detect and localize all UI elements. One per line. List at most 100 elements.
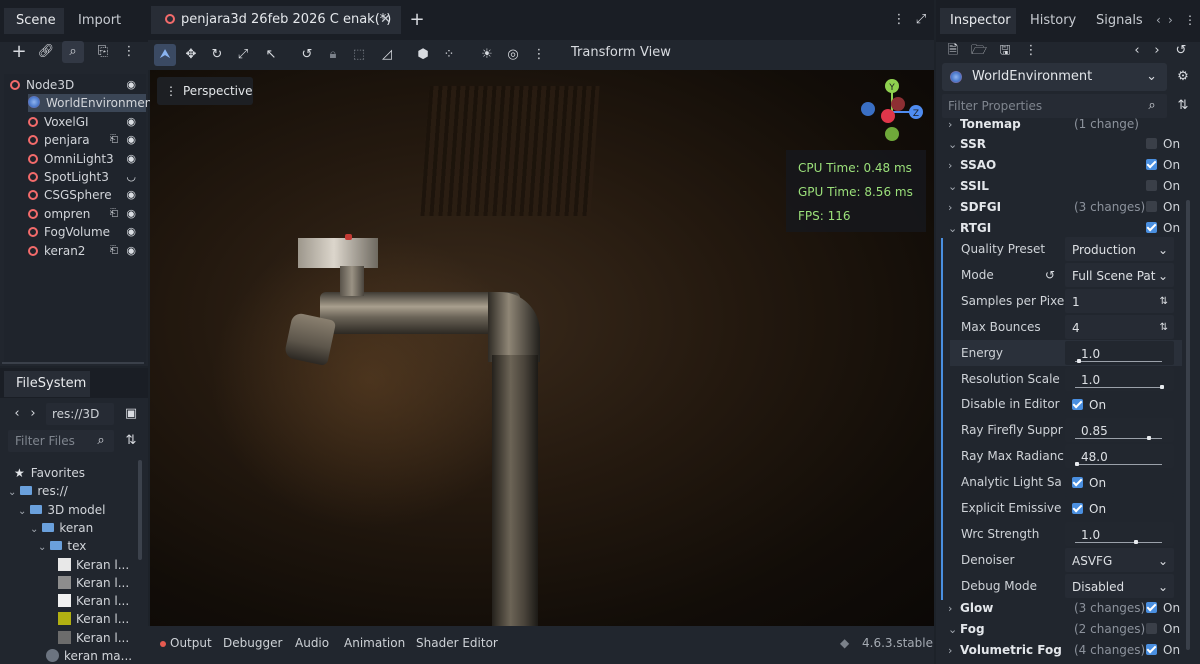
history-forward-icon[interactable]: ›: [1146, 40, 1168, 62]
property-spinbox[interactable]: 1 ⇅: [1065, 288, 1174, 313]
script-icon[interactable]: ⎘: [92, 41, 114, 63]
scene-tree-item[interactable]: SpotLight3 ◡: [28, 168, 146, 186]
grid-snap-icon[interactable]: ⁘: [438, 44, 460, 66]
open-folder-icon[interactable]: 🗁︎: [968, 40, 990, 62]
bottom-tab-shader-editor[interactable]: Shader Editor: [416, 636, 498, 650]
orientation-gizmo[interactable]: Y Z: [858, 76, 928, 142]
slider-track[interactable]: [1075, 436, 1162, 441]
inspector-section[interactable]: ⌄ Fog (2 changes) On: [948, 619, 1182, 640]
spin-arrows-icon[interactable]: ⇅: [1160, 315, 1168, 339]
sort-icon[interactable]: ⇅: [120, 430, 142, 452]
lock-icon[interactable]: 🔒︎: [322, 44, 344, 66]
scene-tree-item[interactable]: Node3D ◉: [10, 76, 146, 94]
slider-grabber[interactable]: [1077, 358, 1082, 363]
eye-icon[interactable]: ◉: [126, 131, 136, 149]
filesystem-scrollbar[interactable]: [138, 460, 142, 560]
scale-mode-icon[interactable]: ⤢: [232, 44, 254, 66]
distraction-free-icon[interactable]: ⤢: [910, 9, 932, 31]
bottom-tab-audio[interactable]: Audio: [295, 636, 329, 650]
tab-scene-file[interactable]: penjara3d 26feb 2026 C enak(*) ✕: [151, 6, 401, 34]
chevron-down-icon[interactable]: ⌄: [18, 506, 26, 517]
property-checkbox[interactable]: On: [1065, 470, 1174, 495]
filesystem-item[interactable]: ⌄ tex: [38, 537, 86, 555]
property-checkbox[interactable]: On: [1065, 496, 1174, 520]
filesystem-item[interactable]: Keran l...: [58, 610, 129, 628]
slider-track[interactable]: [1075, 358, 1162, 363]
inspector-section[interactable]: ⌄ SSR On: [948, 134, 1182, 155]
property-checkbox[interactable]: On: [1065, 392, 1174, 417]
new-resource-icon[interactable]: 🗎︎: [942, 40, 964, 62]
filesystem-item[interactable]: ⌄ keran: [30, 519, 93, 537]
more-menu-icon[interactable]: ⋮: [118, 41, 140, 63]
section-toggle[interactable]: On: [1146, 640, 1180, 661]
tabs-prev-icon[interactable]: ‹: [1156, 13, 1161, 27]
eye-icon[interactable]: ◉: [126, 113, 136, 131]
property-slider[interactable]: 1.0: [1065, 521, 1174, 546]
link-icon[interactable]: 🔗︎: [35, 41, 57, 63]
slider-grabber[interactable]: [1160, 384, 1164, 389]
tab-scene[interactable]: Scene: [4, 8, 64, 34]
eye-icon[interactable]: ◉: [126, 186, 136, 204]
select-mode-icon[interactable]: ⮝: [154, 44, 176, 66]
chevron-down-icon[interactable]: ⌄: [38, 542, 46, 553]
property-select[interactable]: Disabled ⌄: [1065, 573, 1174, 598]
open-scene-icon[interactable]: ⎗: [110, 242, 118, 260]
property-select[interactable]: ASVFG ⌄: [1065, 547, 1174, 572]
eye-icon[interactable]: ◉: [126, 242, 136, 260]
scene-tree-item[interactable]: VoxelGI ◉: [28, 113, 146, 131]
property-select[interactable]: Full Scene Pat ⌄: [1065, 262, 1174, 287]
viewport-3d[interactable]: ⋮ Perspective Y Z CPU Time: 0.48 ms GPU T…: [150, 70, 934, 626]
section-toggle[interactable]: On: [1146, 197, 1180, 218]
slider-grabber[interactable]: [1074, 462, 1079, 467]
section-toggle[interactable]: On: [1146, 134, 1180, 155]
more-menu-icon[interactable]: ⋮: [528, 44, 550, 66]
perspective-menu-button[interactable]: ⋮ Perspective: [157, 77, 253, 105]
filesystem-item[interactable]: Keran l...: [58, 574, 129, 592]
inspector-section[interactable]: › Glow (3 changes) On: [948, 598, 1182, 619]
forward-icon[interactable]: ›: [22, 403, 44, 425]
local-space-icon[interactable]: ↺: [296, 44, 318, 66]
section-toggle[interactable]: On: [1146, 619, 1180, 640]
group-icon[interactable]: ⬚: [348, 44, 370, 66]
scene-tree-item[interactable]: ompren ◉ ⎗: [28, 205, 146, 223]
bottom-tab-debugger[interactable]: Debugger: [223, 636, 282, 650]
chevron-down-icon[interactable]: ⌄: [30, 524, 38, 535]
scene-tree-item[interactable]: CSGSphere ◉: [28, 186, 146, 204]
tab-history[interactable]: History: [1024, 8, 1084, 34]
tab-signals[interactable]: Signals: [1092, 8, 1152, 34]
add-node-icon[interactable]: +: [8, 41, 30, 63]
property-select[interactable]: Production ⌄: [1065, 237, 1174, 261]
spin-arrows-icon[interactable]: ⇅: [1160, 289, 1168, 313]
slider-track[interactable]: [1075, 384, 1164, 389]
eye-icon[interactable]: ◉: [126, 76, 136, 94]
eye-icon[interactable]: ◉: [126, 205, 136, 223]
inspector-section[interactable]: › SDFGI (3 changes) On: [948, 197, 1182, 218]
new-tab-icon[interactable]: +: [406, 9, 428, 31]
inspector-section[interactable]: ⌄ SSIL On: [948, 176, 1182, 197]
filesystem-item[interactable]: Keran l...: [58, 592, 129, 610]
slider-track[interactable]: [1075, 539, 1162, 544]
save-icon[interactable]: 🖫︎: [994, 40, 1016, 62]
inspector-section[interactable]: › Tonemap (1 change): [948, 114, 1182, 135]
eye-icon[interactable]: ◉: [126, 150, 136, 168]
tab-import[interactable]: Import: [68, 8, 138, 34]
menu-transform[interactable]: Transform: [571, 45, 636, 60]
history-back-icon[interactable]: ‹: [1126, 40, 1148, 62]
scene-tree-item[interactable]: keran2 ◉ ⎗: [28, 242, 146, 260]
property-slider[interactable]: 48.0: [1065, 444, 1174, 469]
slider-track[interactable]: [1074, 462, 1162, 467]
layout-toggle-icon[interactable]: ▣: [120, 403, 142, 425]
section-toggle[interactable]: On: [1146, 598, 1180, 619]
bottom-tab-animation[interactable]: Animation: [344, 636, 405, 650]
slider-grabber[interactable]: [1133, 539, 1138, 544]
section-toggle[interactable]: On: [1146, 155, 1180, 176]
object-selector[interactable]: WorldEnvironment ⌄: [942, 63, 1167, 91]
move-mode-icon[interactable]: ✥: [180, 44, 202, 66]
revert-icon[interactable]: ↺: [1045, 262, 1055, 288]
menu-view[interactable]: View: [640, 45, 671, 60]
filesystem-item[interactable]: ⌄ res://: [8, 482, 68, 500]
inspector-section[interactable]: › Volumetric Fog (4 changes) On: [948, 640, 1182, 661]
eye-closed-icon[interactable]: ◡: [126, 168, 136, 186]
filesystem-item[interactable]: Keran l...: [58, 629, 129, 647]
property-slider[interactable]: 0.85: [1065, 418, 1174, 443]
